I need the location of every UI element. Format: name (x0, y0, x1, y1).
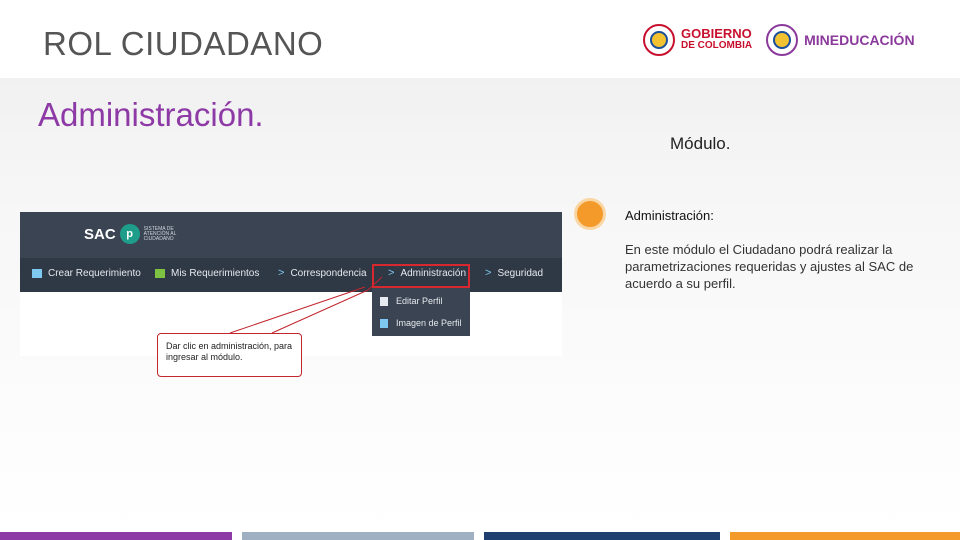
nav-label: Crear Requerimiento (48, 268, 141, 279)
nav-correspondencia[interactable]: > Correspondencia (278, 267, 367, 280)
strip-gray (242, 532, 474, 540)
image-icon (380, 318, 388, 328)
dropdown-item-imagen-perfil[interactable]: Imagen de Perfil (380, 318, 462, 328)
nav-label: Mis Requerimientos (171, 268, 260, 279)
sac-nav: Crear Requerimiento Mis Requerimientos >… (20, 258, 562, 292)
page-title: ROL CIUDADANO (43, 25, 324, 62)
nav-label: Correspondencia (290, 268, 367, 279)
grid-icon (155, 269, 165, 278)
nav-mis-requerimientos[interactable]: Mis Requerimientos (155, 268, 259, 279)
strip-purple (0, 532, 232, 540)
bottom-color-strips (0, 532, 960, 540)
min-text: MINEDUCACIÓN (804, 32, 915, 48)
gov-line1: GOBIERNO (681, 26, 752, 41)
sac-header: SAC p SISTEMA DE ATENCIÓN AL CIUDADANO (20, 212, 562, 258)
section-title: Administración. (38, 96, 264, 133)
dropdown-label: Editar Perfil (396, 296, 443, 306)
strip-orange (730, 532, 960, 540)
nav-crear-requerimiento[interactable]: Crear Requerimiento (32, 268, 141, 279)
sac-emblem-icon: p (119, 224, 140, 244)
sac-subtitle: SISTEMA DE ATENCIÓN AL CIUDADANO (143, 225, 177, 242)
gov-line2: DE COLOMBIA (681, 40, 753, 51)
administracion-highlight (372, 264, 470, 288)
strip-blue (484, 532, 720, 540)
gobierno-logo: GOBIERNO DE COLOMBIA (643, 24, 752, 56)
colombia-seal-icon (643, 24, 675, 56)
module-heading: Módulo. (670, 134, 731, 153)
mineducacion-seal-icon (766, 24, 799, 56)
nav-seguridad[interactable]: > Seguridad (485, 267, 544, 280)
sac-logo: SAC p SISTEMA DE ATENCIÓN AL CIUDADANO (84, 224, 184, 244)
nav-label: Seguridad (497, 268, 544, 279)
form-icon (32, 269, 42, 278)
module-label: Administración: (625, 208, 714, 223)
sac-logo-text: SAC (84, 225, 116, 243)
callout-note: Dar clic en administración, para ingresa… (157, 333, 302, 377)
dropdown-label: Imagen de Perfil (396, 318, 462, 328)
bullet-circle-icon (574, 198, 606, 230)
document-icon (380, 296, 388, 306)
arrow-icon: > (278, 267, 285, 279)
admin-dropdown: Editar Perfil Imagen de Perfil (372, 288, 470, 336)
mineducacion-logo: MINEDUCACIÓN (766, 24, 915, 56)
logos: GOBIERNO DE COLOMBIA MINEDUCACIÓN (643, 22, 915, 58)
arrow-icon: > (485, 267, 492, 279)
module-description: En este módulo el Ciudadano podrá realiz… (625, 242, 914, 291)
dropdown-item-editar-perfil[interactable]: Editar Perfil (380, 296, 443, 306)
